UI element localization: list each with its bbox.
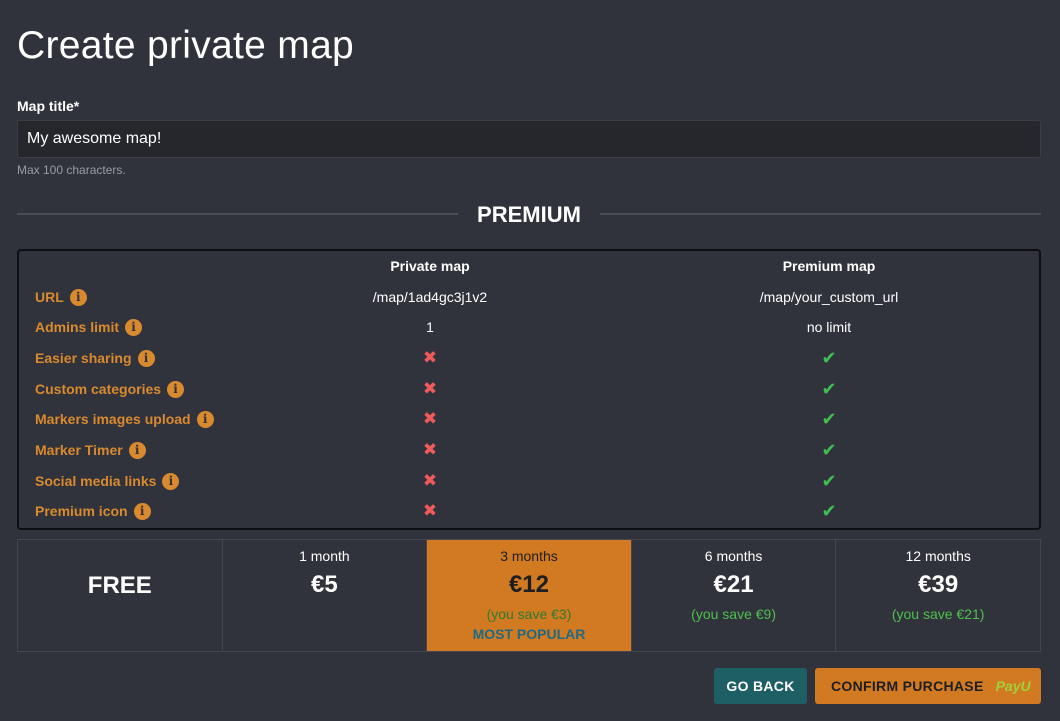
- check-icon: ✔: [821, 378, 837, 399]
- feature-name: Marker Timer i: [35, 435, 146, 465]
- feature-name: Easier sharing i: [35, 343, 155, 373]
- feature-row: Markers images upload i ✖ ✔: [19, 404, 1039, 434]
- feature-name: Admins limit i: [35, 312, 143, 342]
- column-header-private: Private map: [390, 258, 470, 274]
- feature-label: Social media links: [35, 473, 157, 489]
- info-icon[interactable]: i: [196, 410, 214, 428]
- plan-price: €5: [311, 571, 338, 598]
- feature-name: Social media links i: [35, 466, 180, 496]
- feature-label: Markers images upload: [35, 411, 191, 427]
- private-map-value: /map/1ad4gc3j1v2: [372, 289, 488, 305]
- feature-label: Admins limit: [35, 319, 120, 335]
- feature-label: Custom categories: [35, 381, 162, 397]
- plan-price: €12: [508, 571, 549, 598]
- info-icon[interactable]: i: [69, 288, 87, 306]
- plan-period: 12 months: [905, 548, 971, 564]
- feature-label: Premium icon: [35, 503, 128, 519]
- go-back-button[interactable]: GO BACK: [714, 668, 807, 704]
- map-title-input[interactable]: [17, 120, 1041, 158]
- plan-free[interactable]: FREE: [18, 540, 223, 651]
- cross-icon: ✖: [422, 440, 438, 459]
- section-divider-right: [600, 213, 1041, 215]
- feature-name: Premium icon i: [35, 496, 151, 526]
- check-icon: ✔: [821, 500, 837, 521]
- plan-6-months[interactable]: 6 months €21 (you save €9): [632, 540, 837, 651]
- feature-row: Admins limit i 1 no limit: [19, 312, 1039, 342]
- plan-savings: (you save €9): [691, 606, 776, 622]
- plan-3-months[interactable]: 3 months €12 (you save €3) MOST POPULAR: [427, 540, 632, 651]
- feature-name: URL i: [35, 282, 87, 312]
- cross-icon: ✖: [422, 348, 438, 367]
- page-title: Create private map: [17, 24, 355, 67]
- payu-logo: PayU: [995, 678, 1031, 694]
- map-title-label: Map title*: [17, 98, 80, 114]
- feature-row: URL i/map/1ad4gc3j1v2/map/your_custom_url: [19, 282, 1039, 312]
- map-title-help: Max 100 characters.: [17, 163, 126, 177]
- confirm-purchase-button[interactable]: CONFIRM PURCHASE PayU: [815, 668, 1041, 704]
- plan-period: 1 month: [299, 548, 350, 564]
- plan-savings: (you save €3): [486, 606, 572, 622]
- feature-label: URL: [35, 289, 64, 305]
- info-icon[interactable]: i: [133, 502, 151, 520]
- feature-row: Custom categories i ✖ ✔: [19, 374, 1039, 404]
- feature-label: Easier sharing: [35, 350, 132, 366]
- cross-icon: ✖: [422, 471, 438, 490]
- premium-section-title: PREMIUM: [477, 202, 581, 227]
- plan-price: €39: [918, 571, 959, 598]
- feature-label: Marker Timer: [35, 442, 123, 458]
- private-map-value: 1: [426, 319, 434, 335]
- check-icon: ✔: [821, 439, 837, 460]
- check-icon: ✔: [821, 347, 837, 368]
- info-icon[interactable]: i: [167, 380, 185, 398]
- most-popular-badge: MOST POPULAR: [472, 626, 586, 642]
- info-icon[interactable]: i: [162, 472, 180, 490]
- feature-row: Social media links i ✖ ✔: [19, 466, 1039, 496]
- cross-icon: ✖: [422, 501, 438, 520]
- plan-savings: (you save €21): [891, 606, 985, 622]
- plan-selector: FREE 1 month €5 3 months €12 (you save €…: [17, 539, 1041, 652]
- check-icon: ✔: [821, 408, 837, 429]
- cross-icon: ✖: [422, 409, 438, 428]
- plan-free-label: FREE: [87, 572, 152, 599]
- info-icon[interactable]: i: [125, 318, 143, 336]
- feature-name: Custom categories i: [35, 374, 185, 404]
- feature-name: Markers images upload i: [35, 404, 214, 434]
- premium-map-value: /map/your_custom_url: [759, 289, 899, 305]
- plan-1-month[interactable]: 1 month €5: [223, 540, 428, 651]
- info-icon[interactable]: i: [128, 441, 146, 459]
- plan-12-months[interactable]: 12 months €39 (you save €21): [836, 540, 1040, 651]
- feature-row: Marker Timer i ✖ ✔: [19, 435, 1039, 465]
- plan-price: €21: [713, 571, 754, 598]
- check-icon: ✔: [821, 470, 837, 491]
- column-header-premium: Premium map: [782, 258, 876, 274]
- confirm-purchase-label: CONFIRM PURCHASE: [831, 678, 984, 694]
- feature-row: Premium icon i ✖ ✔: [19, 496, 1039, 526]
- section-divider-left: [17, 213, 458, 215]
- feature-row: Easier sharing i ✖ ✔: [19, 343, 1039, 373]
- info-icon[interactable]: i: [137, 349, 155, 367]
- plan-period: 3 months: [500, 548, 558, 564]
- cross-icon: ✖: [422, 379, 438, 398]
- premium-map-value: no limit: [806, 319, 852, 335]
- plan-period: 6 months: [704, 548, 763, 564]
